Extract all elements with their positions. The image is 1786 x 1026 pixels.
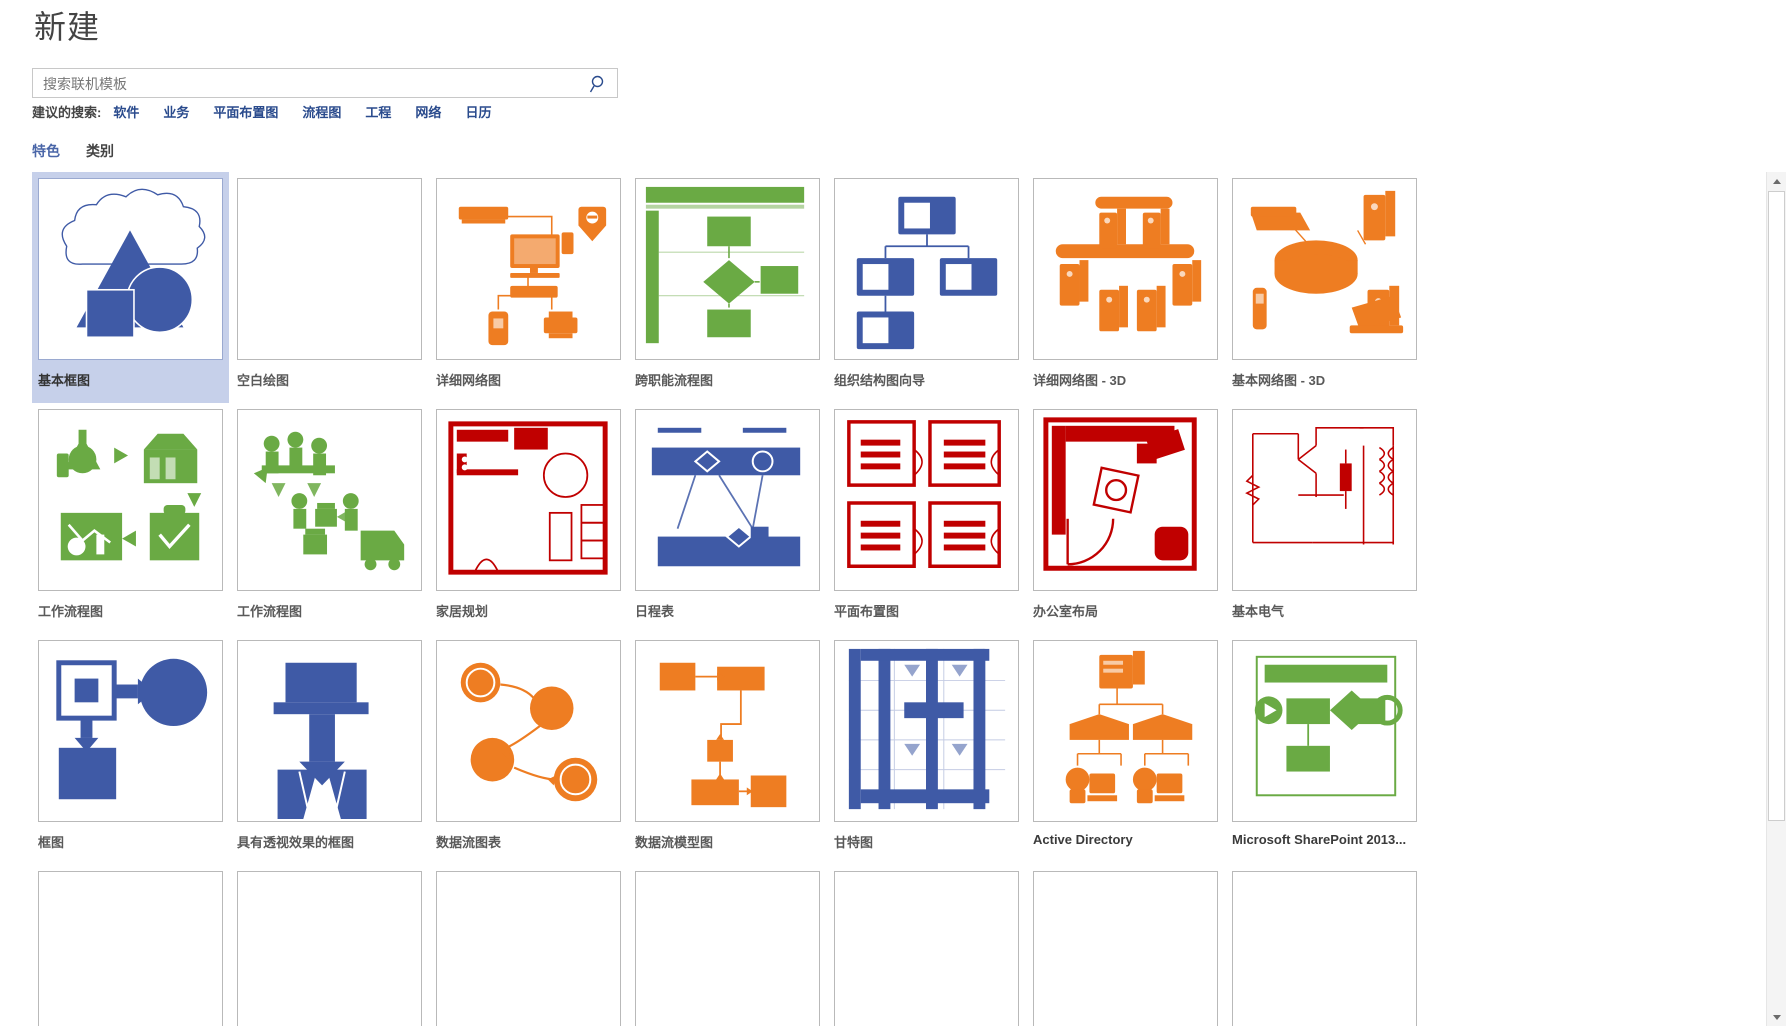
template-thumbnail-data-flow-chart[interactable] bbox=[436, 640, 621, 822]
template-thumbnail-basic-network-3d[interactable] bbox=[1232, 178, 1417, 360]
template-name: 工作流程图 bbox=[38, 604, 104, 619]
template-card[interactable]: 基本电气 bbox=[1226, 403, 1423, 634]
template-thumbnail-blank[interactable] bbox=[1033, 871, 1218, 1026]
template-thumbnail-floor-plan[interactable] bbox=[834, 409, 1019, 591]
template-card[interactable]: 基本网络图 - 3D bbox=[1226, 172, 1423, 403]
template-thumbnail-basic-electrical[interactable] bbox=[1232, 409, 1417, 591]
suggested-link-calendar[interactable]: 日历 bbox=[465, 102, 491, 121]
template-name: Active Directory bbox=[1033, 832, 1133, 847]
template-card[interactable]: 基本框图 bbox=[32, 172, 229, 403]
template-name: 跨职能流程图 bbox=[635, 373, 714, 388]
template-thumbnail-blank[interactable] bbox=[1232, 871, 1417, 1026]
template-card[interactable]: Active Directory bbox=[1027, 634, 1224, 865]
template-name: 平面布置图 bbox=[834, 604, 900, 619]
template-name: 具有透视效果的框图 bbox=[237, 835, 355, 850]
template-name: 办公室布局 bbox=[1033, 604, 1099, 619]
suggested-link-software[interactable]: 软件 bbox=[113, 102, 139, 121]
template-card[interactable] bbox=[1027, 865, 1224, 1026]
template-name: 数据流图表 bbox=[436, 835, 502, 850]
vertical-scrollbar[interactable] bbox=[1766, 172, 1786, 1026]
template-name: 日程表 bbox=[635, 604, 675, 619]
template-name: Microsoft SharePoint 2013... bbox=[1232, 832, 1407, 847]
template-name: 基本网络图 - 3D bbox=[1232, 373, 1326, 388]
scroll-down-arrow-icon[interactable] bbox=[1767, 1008, 1786, 1026]
template-thumbnail-blank[interactable] bbox=[436, 871, 621, 1026]
template-thumbnail-gantt[interactable] bbox=[834, 640, 1019, 822]
template-card[interactable]: 办公室布局 bbox=[1027, 403, 1224, 634]
template-thumbnail-blank[interactable] bbox=[635, 871, 820, 1026]
template-thumbnail-active-directory[interactable] bbox=[1033, 640, 1218, 822]
template-name: 工作流程图 bbox=[237, 604, 303, 619]
template-thumbnail-workflow-b[interactable] bbox=[237, 409, 422, 591]
scrollbar-thumb[interactable] bbox=[1768, 191, 1785, 821]
template-thumbnail-cross-functional[interactable] bbox=[635, 178, 820, 360]
template-name: 基本电气 bbox=[1232, 604, 1285, 619]
search-input[interactable] bbox=[41, 69, 585, 99]
template-name: 组织结构图向导 bbox=[834, 373, 926, 388]
scroll-up-arrow-icon[interactable] bbox=[1767, 172, 1786, 190]
template-thumbnail-detailed-network-3d[interactable] bbox=[1033, 178, 1218, 360]
template-card[interactable]: 工作流程图 bbox=[231, 403, 428, 634]
template-thumbnail-office-layout[interactable] bbox=[1033, 409, 1218, 591]
template-card[interactable]: 详细网络图 bbox=[430, 172, 627, 403]
template-card[interactable]: 空白绘图 bbox=[231, 172, 428, 403]
template-card[interactable]: 具有透视效果的框图 bbox=[231, 634, 428, 865]
suggested-searches-label: 建议的搜索: bbox=[32, 104, 102, 120]
template-name: 数据流模型图 bbox=[635, 835, 714, 850]
template-card[interactable]: 组织结构图向导 bbox=[828, 172, 1025, 403]
template-card[interactable]: 详细网络图 - 3D bbox=[1027, 172, 1224, 403]
template-card[interactable]: 甘特图 bbox=[828, 634, 1025, 865]
template-card[interactable] bbox=[430, 865, 627, 1026]
template-card[interactable] bbox=[828, 865, 1025, 1026]
template-name: 甘特图 bbox=[834, 835, 874, 850]
template-thumbnail-blank[interactable] bbox=[38, 871, 223, 1026]
template-thumbnail-detailed-network[interactable] bbox=[436, 178, 621, 360]
template-name: 详细网络图 bbox=[436, 373, 502, 388]
template-thumbnail-block-perspective[interactable] bbox=[237, 640, 422, 822]
template-thumbnail-blank[interactable] bbox=[834, 871, 1019, 1026]
suggested-link-engineering[interactable]: 工程 bbox=[365, 102, 391, 121]
template-thumbnail-basic-diagram[interactable] bbox=[38, 178, 223, 360]
suggested-link-business[interactable]: 业务 bbox=[163, 102, 189, 121]
suggested-searches: 建议的搜索: 软件 业务 平面布置图 流程图 工程 网络 日历 bbox=[32, 102, 515, 120]
template-card[interactable]: Microsoft SharePoint 2013... bbox=[1226, 634, 1423, 865]
template-thumbnail-blank[interactable] bbox=[237, 178, 422, 360]
template-card[interactable] bbox=[32, 865, 229, 1026]
gallery-tabs: 特色 类别 bbox=[32, 141, 140, 161]
template-name: 空白绘图 bbox=[237, 373, 290, 388]
tab-featured[interactable]: 特色 bbox=[32, 141, 60, 161]
template-card[interactable]: 数据流图表 bbox=[430, 634, 627, 865]
tab-categories[interactable]: 类别 bbox=[86, 141, 114, 161]
page-title: 新建 bbox=[34, 9, 101, 45]
template-thumbnail-home-plan[interactable] bbox=[436, 409, 621, 591]
template-card[interactable]: 家居规划 bbox=[430, 403, 627, 634]
template-thumbnail-org-chart-wizard[interactable] bbox=[834, 178, 1019, 360]
template-card[interactable]: 跨职能流程图 bbox=[629, 172, 826, 403]
template-name: 框图 bbox=[38, 835, 65, 850]
new-template-gallery-page: 新建 建议的搜索: 软件 业务 平面布置图 流程图 工程 网络 日历 特色 类别… bbox=[0, 0, 1786, 1026]
template-thumbnail-blank[interactable] bbox=[237, 871, 422, 1026]
template-thumbnail-block-diagram[interactable] bbox=[38, 640, 223, 822]
template-card[interactable] bbox=[231, 865, 428, 1026]
suggested-link-network[interactable]: 网络 bbox=[415, 102, 441, 121]
template-card[interactable]: 工作流程图 bbox=[32, 403, 229, 634]
template-card[interactable]: 框图 bbox=[32, 634, 229, 865]
template-grid: 基本框图 空白绘图 详细网络图 跨职能流程图 组织结构图向导 详细网络图 - 3… bbox=[32, 172, 1552, 1026]
template-card[interactable]: 数据流模型图 bbox=[629, 634, 826, 865]
template-card[interactable]: 平面布置图 bbox=[828, 403, 1025, 634]
suggested-link-floorplan[interactable]: 平面布置图 bbox=[213, 102, 278, 121]
suggested-link-flowchart[interactable]: 流程图 bbox=[302, 102, 341, 121]
template-name: 详细网络图 - 3D bbox=[1033, 373, 1127, 388]
template-card[interactable]: 日程表 bbox=[629, 403, 826, 634]
search-icon[interactable] bbox=[589, 74, 609, 94]
template-name: 家居规划 bbox=[436, 604, 489, 619]
template-card[interactable] bbox=[1226, 865, 1423, 1026]
template-card[interactable] bbox=[629, 865, 826, 1026]
search-box[interactable] bbox=[32, 68, 618, 99]
template-thumbnail-sharepoint[interactable] bbox=[1232, 640, 1417, 822]
template-thumbnail-data-flow-model[interactable] bbox=[635, 640, 820, 822]
template-thumbnail-timeline[interactable] bbox=[635, 409, 820, 591]
template-name: 基本框图 bbox=[38, 373, 91, 388]
template-thumbnail-workflow-a[interactable] bbox=[38, 409, 223, 591]
